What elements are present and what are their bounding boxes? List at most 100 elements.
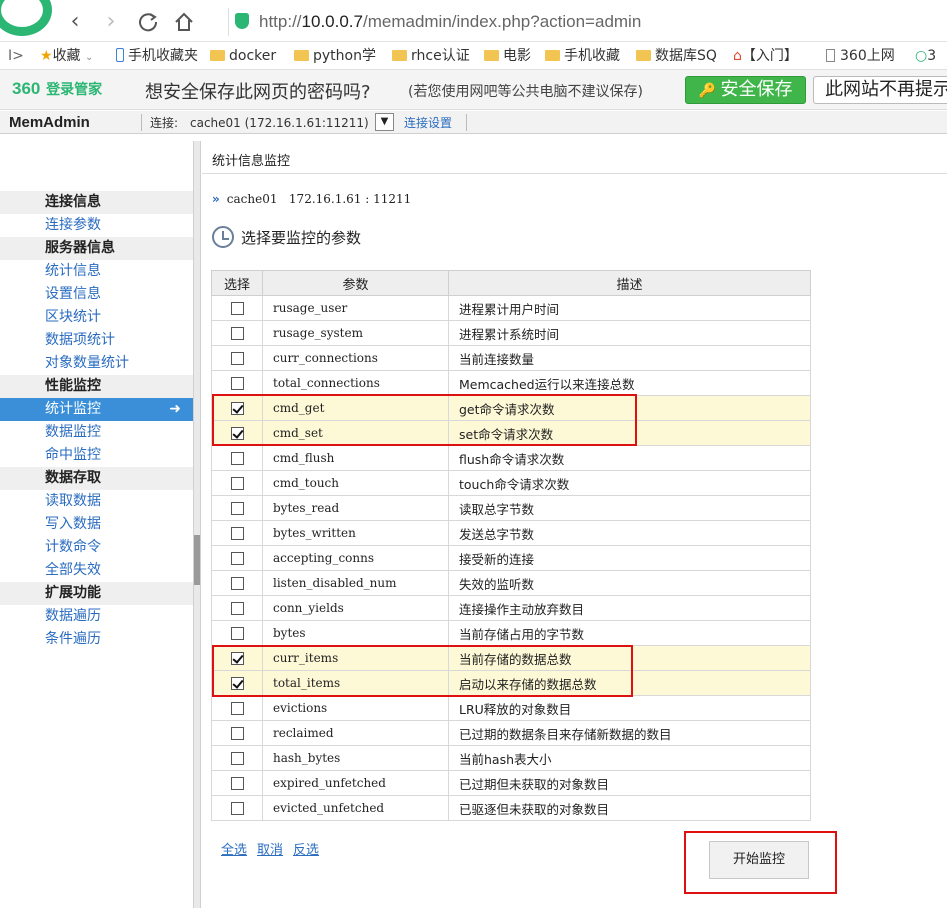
param-description: 进程累计系统时间 — [448, 320, 811, 346]
sidebar-splitter[interactable] — [193, 141, 201, 908]
chevron-down-icon[interactable]: ▼ — [375, 113, 394, 131]
row-checkbox[interactable] — [230, 502, 244, 515]
server-name: cache01 — [226, 192, 278, 206]
row-checkbox[interactable] — [230, 702, 244, 715]
row-select-cell — [211, 395, 263, 421]
row-checkbox[interactable] — [230, 802, 244, 815]
row-checkbox[interactable] — [230, 477, 244, 490]
password-save-question: 想安全保存此网页的密码吗? — [145, 82, 371, 103]
row-select-cell — [211, 720, 263, 746]
sidebar-item-flush-all[interactable]: 全部失效 — [0, 559, 193, 582]
row-select-cell — [211, 770, 263, 796]
param-name: listen_disabled_num — [262, 570, 449, 596]
bookmark-item[interactable]: 手机收藏夹 — [116, 42, 198, 69]
password-manager-logo: 360 登录管家 — [12, 79, 103, 98]
cancel-link[interactable]: 取消 — [257, 843, 283, 858]
param-description: 读取总字节数 — [448, 495, 811, 521]
table-row: total_connections Memcached运行以来连接总数 — [211, 370, 811, 396]
sidebar-item-objects[interactable]: 对象数量统计 — [0, 352, 193, 375]
sidebar-item-write-data[interactable]: 写入数据 — [0, 513, 193, 536]
param-description: 接受新的连接 — [448, 545, 811, 571]
folder-icon — [545, 50, 560, 61]
forward-icon[interactable]: › — [98, 9, 124, 35]
sidebar-group-extensions: 扩展功能 — [0, 582, 193, 605]
param-name: evicted_unfetched — [262, 795, 449, 821]
sidebar-item-stats[interactable]: 统计信息 — [0, 260, 193, 283]
bookmark-item[interactable]: 360上网 — [826, 42, 895, 69]
bookmark-item[interactable]: docker — [210, 42, 276, 69]
param-name: cmd_set — [262, 420, 449, 446]
never-for-site-button[interactable]: 此网站不再提示 — [813, 76, 947, 104]
sidebar-item-read-data[interactable]: 读取数据 — [0, 490, 193, 513]
connection-select[interactable]: cache01 (172.16.1.61:11211) — [190, 112, 369, 135]
sidebar: 连接信息 连接参数 服务器信息 统计信息 设置信息 区块统计 数据项统计 对象数… — [0, 141, 193, 908]
sidebar-item-hit-monitor[interactable]: 命中监控 — [0, 444, 193, 467]
bookmark-item[interactable]: rhce认证 — [392, 42, 470, 69]
bookmark-item[interactable]: python学 — [294, 42, 376, 69]
url-prefix: http:// — [259, 12, 302, 31]
row-checkbox[interactable] — [230, 727, 244, 740]
url-path: /memadmin/index.php?action=admin — [362, 12, 642, 31]
row-checkbox[interactable] — [230, 777, 244, 790]
sidebar-item-traverse[interactable]: 数据遍历 — [0, 605, 193, 628]
home-icon[interactable] — [171, 9, 197, 35]
server-info: » cache01 172.16.1.61 : 11211 — [212, 192, 411, 206]
refresh-icon[interactable] — [135, 9, 161, 35]
row-checkbox[interactable] — [230, 552, 244, 565]
back-icon[interactable]: ‹ — [62, 9, 88, 35]
start-monitor-button[interactable]: 开始监控 — [709, 841, 809, 879]
save-password-button[interactable]: 🔑 安全保存 — [685, 76, 806, 104]
bookmark-item[interactable]: ○3 — [915, 42, 936, 69]
sidebar-item-settings[interactable]: 设置信息 — [0, 283, 193, 306]
sidebar-item-conditional-traverse[interactable]: 条件遍历 — [0, 628, 193, 651]
param-description: 当前连接数量 — [448, 345, 811, 371]
header-divider — [466, 114, 467, 131]
sidebar-group-connection: 连接信息 — [0, 191, 193, 214]
sidebar-item-data-monitor[interactable]: 数据监控 — [0, 421, 193, 444]
browser-logo-icon — [0, 0, 52, 36]
row-checkbox[interactable] — [230, 752, 244, 765]
row-checkbox[interactable] — [230, 302, 244, 315]
row-checkbox[interactable] — [230, 452, 244, 465]
row-checkbox[interactable] — [230, 602, 244, 615]
row-checkbox[interactable] — [230, 527, 244, 540]
password-save-bar: 360 登录管家 想安全保存此网页的密码吗? (若您使用网吧等公共电脑不建议保存… — [0, 70, 947, 110]
bookmark-item[interactable]: 数据库SQ — [636, 42, 717, 69]
address-bar[interactable]: http://10.0.0.7/memadmin/index.php?actio… — [228, 8, 947, 36]
sidebar-item-connection-params[interactable]: 连接参数 — [0, 214, 193, 237]
bookmark-item[interactable]: 电影 — [484, 42, 531, 69]
table-row: bytes 当前存储占用的字节数 — [211, 620, 811, 646]
row-checkbox[interactable] — [230, 577, 244, 590]
bookmark-item[interactable]: ⌂【入门】 — [733, 42, 798, 69]
folder-icon — [484, 50, 499, 61]
row-checkbox[interactable] — [230, 627, 244, 640]
bookmarks-toggle-icon[interactable]: I> — [8, 42, 24, 69]
row-checkbox[interactable] — [230, 402, 244, 415]
select-all-link[interactable]: 全选 — [221, 843, 247, 858]
bookmark-item[interactable]: 手机收藏 — [545, 42, 620, 69]
sidebar-item-stats-monitor[interactable]: 统计监控 ➜ — [0, 398, 193, 421]
row-checkbox[interactable] — [230, 427, 244, 440]
row-checkbox[interactable] — [230, 677, 244, 690]
server-address: 172.16.1.61 : 11211 — [288, 192, 412, 206]
invert-selection-link[interactable]: 反选 — [293, 843, 319, 858]
folder-icon — [210, 50, 225, 61]
sidebar-item-counter[interactable]: 计数命令 — [0, 536, 193, 559]
row-checkbox[interactable] — [230, 652, 244, 665]
connection-label: 连接: — [150, 116, 179, 130]
sidebar-item-slabs[interactable]: 区块统计 — [0, 306, 193, 329]
sidebar-item-items[interactable]: 数据项统计 — [0, 329, 193, 352]
row-select-cell — [211, 745, 263, 771]
param-description: 发送总字节数 — [448, 520, 811, 546]
param-name: curr_items — [262, 645, 449, 671]
splitter-grip[interactable] — [194, 535, 200, 585]
table-row: evictions LRU释放的对象数目 — [211, 695, 811, 721]
row-checkbox[interactable] — [230, 377, 244, 390]
app-title: MemAdmin — [9, 114, 90, 131]
row-checkbox[interactable] — [230, 352, 244, 365]
param-name: conn_yields — [262, 595, 449, 621]
connection-settings-link[interactable]: 连接设置 — [404, 112, 452, 135]
row-checkbox[interactable] — [230, 327, 244, 340]
table-row: conn_yields 连接操作主动放弃数目 — [211, 595, 811, 621]
bookmark-item[interactable]: ★收藏 ⌄ — [40, 42, 93, 69]
